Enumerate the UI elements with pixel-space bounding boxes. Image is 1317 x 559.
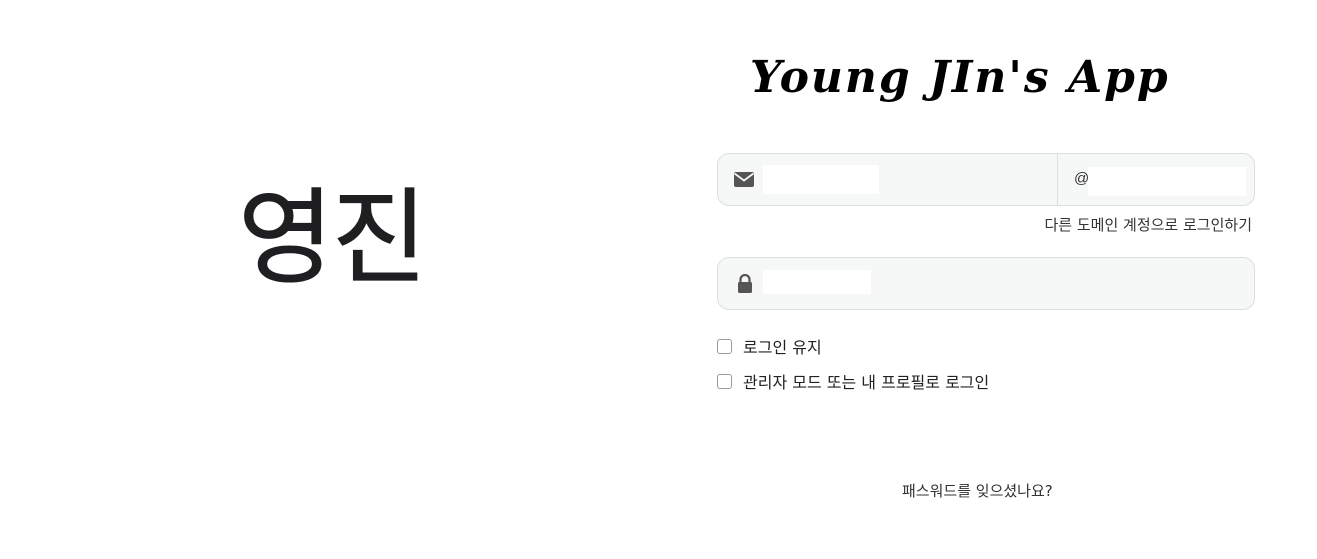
other-domain-login-link[interactable]: 다른 도메인 계정으로 로그인하기: [1044, 214, 1252, 235]
envelope-icon: [734, 172, 754, 187]
lock-icon: [738, 274, 752, 293]
admin-mode-option[interactable]: 관리자 모드 또는 내 프로필로 로그인: [717, 369, 989, 393]
brand-logo-text: 영진: [237, 177, 427, 299]
keep-login-option[interactable]: 로그인 유지: [717, 334, 822, 358]
at-sign: @: [1074, 170, 1090, 187]
admin-mode-label[interactable]: 관리자 모드 또는 내 프로필로 로그인: [743, 369, 989, 393]
forgot-password-link[interactable]: 패스워드를 잊으셨나요?: [902, 480, 1053, 501]
password-field-group: [717, 257, 1255, 310]
password-input[interactable]: [763, 270, 871, 294]
keep-login-checkbox[interactable]: [717, 338, 732, 354]
email-domain-input[interactable]: [1088, 167, 1246, 196]
admin-mode-checkbox[interactable]: [717, 373, 732, 389]
app-title: Young JIn's App: [750, 52, 1170, 103]
field-divider: [1057, 154, 1058, 205]
email-id-input[interactable]: [763, 165, 879, 194]
email-field-group: @: [717, 153, 1255, 206]
keep-login-label[interactable]: 로그인 유지: [743, 334, 822, 358]
